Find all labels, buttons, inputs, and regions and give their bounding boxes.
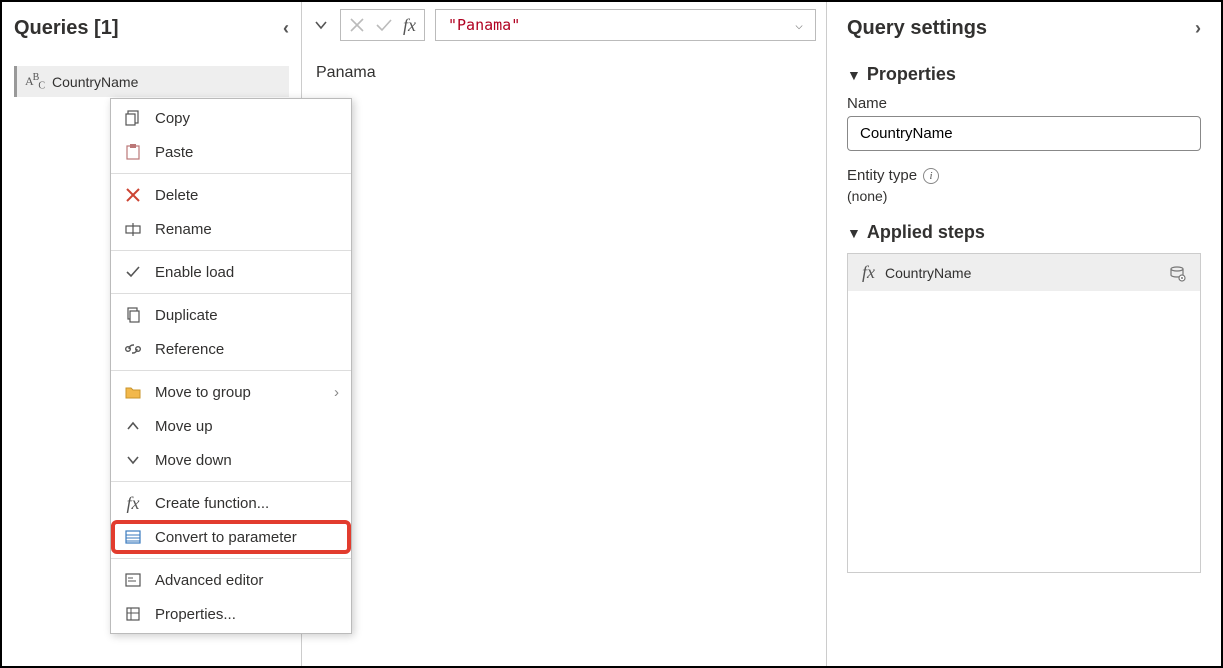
menu-move-to-group[interactable]: Move to group › <box>111 375 351 409</box>
chevron-down-icon[interactable]: ⌵ <box>795 18 803 33</box>
menu-enable-load[interactable]: Enable load <box>111 255 351 289</box>
delete-icon <box>123 185 143 205</box>
menu-separator <box>111 481 351 482</box>
step-settings-icon[interactable] <box>1168 264 1186 282</box>
text-type-icon: ABC <box>25 72 44 91</box>
menu-label: Move to group <box>155 384 251 401</box>
menu-label: Create function... <box>155 495 269 512</box>
section-label: Applied steps <box>867 222 985 243</box>
formula-input[interactable]: "Panama" ⌵ <box>435 9 816 41</box>
menu-label: Duplicate <box>155 307 218 324</box>
menu-create-function[interactable]: fx Create function... <box>111 486 351 520</box>
info-icon[interactable]: i <box>923 168 939 184</box>
fx-icon[interactable]: fx <box>403 15 416 36</box>
formula-bar: fx "Panama" ⌵ <box>312 6 816 44</box>
settings-pane: Query settings › ▼ Properties Name Entit… <box>826 2 1221 666</box>
paste-icon <box>123 142 143 162</box>
rename-icon <box>123 219 143 239</box>
query-item[interactable]: ABC CountryName <box>14 66 289 97</box>
fx-icon: fx <box>123 493 143 513</box>
menu-label: Delete <box>155 187 198 204</box>
menu-rename[interactable]: Rename <box>111 212 351 246</box>
folder-icon <box>123 382 143 402</box>
menu-label: Rename <box>155 221 212 238</box>
entity-type-value: (none) <box>847 188 1201 204</box>
applied-steps-list: fx CountryName <box>847 253 1201 573</box>
queries-header: Queries [1] ‹ <box>14 10 289 46</box>
check-icon <box>123 262 143 282</box>
context-menu: Copy Paste Delete Rename Enable lo <box>110 98 352 634</box>
advanced-editor-icon <box>123 570 143 590</box>
applied-steps-section-toggle[interactable]: ▼ Applied steps <box>847 222 1201 243</box>
chevron-right-icon: › <box>334 384 339 401</box>
queries-pane: Queries [1] ‹ ABC CountryName Copy Paste… <box>2 2 302 666</box>
chevron-up-icon <box>123 416 143 436</box>
chevron-down-icon <box>123 450 143 470</box>
menu-label: Move up <box>155 418 213 435</box>
menu-label: Advanced editor <box>155 572 263 589</box>
applied-step[interactable]: fx CountryName <box>848 254 1200 291</box>
menu-reference[interactable]: Reference <box>111 332 351 366</box>
settings-header: Query settings › <box>847 10 1201 46</box>
entity-type-label: Entity type i <box>847 167 1201 184</box>
menu-label: Enable load <box>155 264 234 281</box>
output-value: Panama <box>312 44 816 102</box>
chevron-down-icon: ▼ <box>847 67 861 83</box>
menu-copy[interactable]: Copy <box>111 101 351 135</box>
center-pane: fx "Panama" ⌵ Panama <box>302 2 826 666</box>
copy-icon <box>123 108 143 128</box>
name-label: Name <box>847 95 1201 112</box>
menu-convert-to-parameter[interactable]: Convert to parameter <box>111 520 351 554</box>
queries-title: Queries [1] <box>14 17 118 40</box>
menu-label: Move down <box>155 452 232 469</box>
menu-duplicate[interactable]: Duplicate <box>111 298 351 332</box>
menu-move-down[interactable]: Move down <box>111 443 351 477</box>
cancel-icon[interactable] <box>349 17 365 33</box>
menu-separator <box>111 558 351 559</box>
menu-label: Copy <box>155 110 190 127</box>
step-label: CountryName <box>885 265 971 281</box>
fx-icon: fx <box>862 262 875 283</box>
menu-properties[interactable]: Properties... <box>111 597 351 631</box>
section-label: Properties <box>867 64 956 85</box>
settings-title: Query settings <box>847 17 987 40</box>
formula-value: "Panama" <box>448 16 520 34</box>
menu-advanced-editor[interactable]: Advanced editor <box>111 563 351 597</box>
menu-separator <box>111 173 351 174</box>
confirm-icon[interactable] <box>375 17 393 33</box>
collapse-left-icon[interactable]: ‹ <box>283 18 289 39</box>
menu-move-up[interactable]: Move up <box>111 409 351 443</box>
reference-icon <box>123 339 143 359</box>
menu-label: Convert to parameter <box>155 529 297 546</box>
chevron-down-icon: ▼ <box>847 225 861 241</box>
menu-label: Reference <box>155 341 224 358</box>
properties-icon <box>123 604 143 624</box>
menu-separator <box>111 250 351 251</box>
chevron-down-icon[interactable] <box>312 16 330 34</box>
menu-label: Properties... <box>155 606 236 623</box>
name-input[interactable] <box>847 116 1201 151</box>
parameter-icon <box>123 527 143 547</box>
menu-paste[interactable]: Paste <box>111 135 351 169</box>
properties-section-toggle[interactable]: ▼ Properties <box>847 64 1201 85</box>
formula-action-box: fx <box>340 9 425 41</box>
menu-delete[interactable]: Delete <box>111 178 351 212</box>
menu-separator <box>111 293 351 294</box>
collapse-right-icon[interactable]: › <box>1195 18 1201 39</box>
duplicate-icon <box>123 305 143 325</box>
query-item-label: CountryName <box>52 74 138 90</box>
menu-separator <box>111 370 351 371</box>
menu-label: Paste <box>155 144 193 161</box>
